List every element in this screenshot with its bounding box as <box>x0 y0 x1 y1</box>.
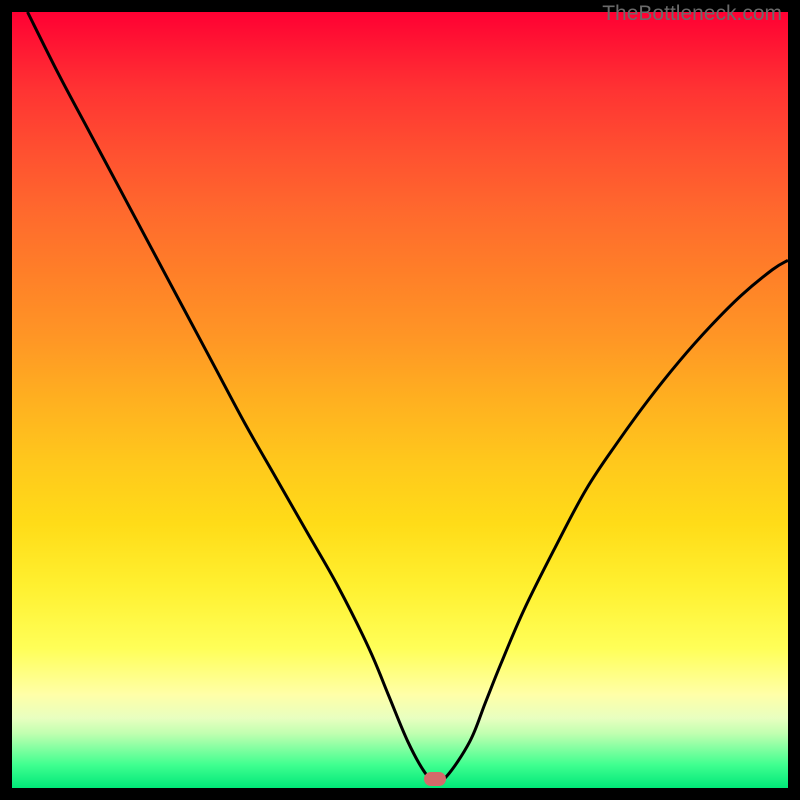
plot-area <box>12 12 788 788</box>
curve-svg <box>12 12 788 788</box>
attribution-text: TheBottleneck.com <box>602 2 782 26</box>
minimum-marker <box>424 772 446 786</box>
chart-container: TheBottleneck.com <box>0 0 800 800</box>
bottleneck-curve <box>28 12 788 781</box>
